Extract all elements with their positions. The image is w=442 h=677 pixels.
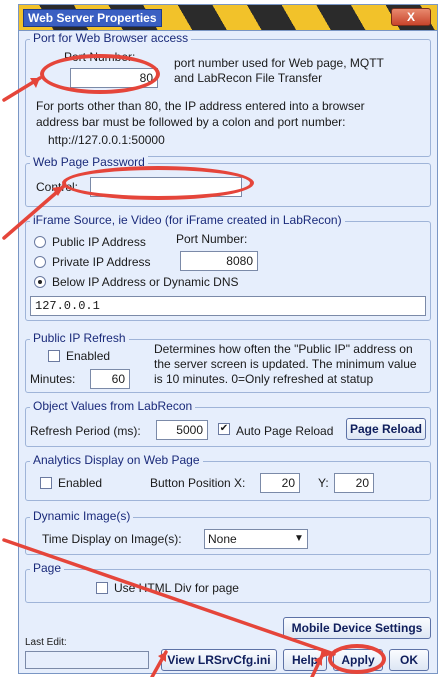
refresh-period-label: Refresh Period (ms): (30, 424, 141, 438)
dynamic-images-group: Dynamic Image(s) Time Display on Image(s… (25, 509, 431, 555)
button-position-y-label: Y: (318, 476, 329, 490)
port-legend: Port for Web Browser access (30, 31, 192, 45)
port-description-line1: port number used for Web page, MQTT (174, 56, 384, 70)
title-bar[interactable]: Web Server Properties X (19, 5, 437, 31)
last-edit-field (25, 651, 149, 669)
analytics-legend: Analytics Display on Web Page (30, 453, 203, 467)
iframe-legend: iFrame Source, ie Video (for iFrame crea… (30, 213, 345, 227)
public-ip-refresh-group: Public IP Refresh Enabled Minutes: 60 De… (25, 331, 431, 393)
chevron-down-icon[interactable]: ▼ (291, 530, 307, 548)
iframe-port-input[interactable]: 8080 (180, 251, 258, 271)
port-note-example-url: http://127.0.0.1:50000 (48, 133, 165, 147)
auto-page-reload-checkbox[interactable]: ✔ (218, 423, 230, 435)
private-ip-label[interactable]: Private IP Address (52, 255, 151, 269)
below-ip-radio[interactable] (34, 276, 46, 288)
page-legend: Page (30, 561, 65, 575)
window-title: Web Server Properties (23, 9, 162, 27)
control-password-input[interactable] (90, 177, 242, 197)
iframe-address-input[interactable]: 127.0.0.1 (30, 296, 426, 316)
password-legend: Web Page Password (30, 155, 148, 169)
close-icon: X (406, 10, 415, 24)
below-ip-label[interactable]: Below IP Address or Dynamic DNS (52, 275, 239, 289)
button-position-y-input[interactable]: 20 (334, 473, 374, 493)
port-description-line2: and LabRecon File Transfer (174, 71, 323, 85)
port-note-line1: For ports other than 80, the IP address … (36, 99, 365, 113)
ok-button[interactable]: OK (389, 649, 429, 671)
minutes-input[interactable]: 60 (90, 369, 130, 389)
refresh-enabled-checkbox[interactable] (48, 350, 60, 362)
refresh-description-line1: Determines how often the "Public IP" add… (154, 342, 413, 356)
control-password-label: Control: (36, 180, 79, 194)
page-reload-button[interactable]: Page Reload (346, 418, 426, 440)
port-number-label: Port Number: (64, 50, 136, 64)
check-icon: ✔ (219, 423, 229, 434)
analytics-enabled-checkbox[interactable] (40, 477, 52, 489)
iframe-port-label: Port Number: (176, 232, 248, 246)
port-group: Port for Web Browser access Port Number:… (25, 31, 431, 157)
apply-button[interactable]: Apply (333, 649, 383, 671)
refresh-description-line2: the server screen is updated. The minimu… (154, 357, 417, 371)
auto-page-reload-label[interactable]: Auto Page Reload (236, 424, 333, 438)
html-div-label[interactable]: Use HTML Div for page (114, 581, 239, 595)
object-values-group: Object Values from LabRecon Refresh Peri… (25, 399, 431, 447)
refresh-period-input[interactable]: 5000 (156, 420, 208, 440)
refresh-description-line3: is 10 minutes. 0=Only refreshed at statu… (154, 372, 374, 386)
analytics-enabled-label[interactable]: Enabled (58, 476, 102, 490)
public-ip-label[interactable]: Public IP Address (52, 235, 146, 249)
time-display-select[interactable]: None ▼ (204, 529, 308, 549)
last-edit-label: Last Edit: (25, 637, 67, 648)
web-server-properties-window: Web Server Properties X Port for Web Bro… (18, 4, 438, 674)
minutes-label: Minutes: (30, 372, 76, 386)
time-display-label: Time Display on Image(s): (42, 532, 182, 546)
button-position-x-input[interactable]: 20 (260, 473, 300, 493)
html-div-checkbox[interactable] (96, 582, 108, 594)
private-ip-radio[interactable] (34, 256, 46, 268)
object-values-legend: Object Values from LabRecon (30, 399, 196, 413)
mobile-device-settings-button[interactable]: Mobile Device Settings (283, 617, 431, 639)
public-ip-radio[interactable] (34, 236, 46, 248)
password-group: Web Page Password Control: (25, 155, 431, 207)
button-position-x-label: Button Position X: (150, 476, 246, 490)
dynamic-legend: Dynamic Image(s) (30, 509, 134, 523)
refresh-legend: Public IP Refresh (30, 331, 129, 345)
refresh-enabled-label[interactable]: Enabled (66, 349, 110, 363)
analytics-group: Analytics Display on Web Page Enabled Bu… (25, 453, 431, 501)
time-display-value: None (208, 532, 237, 546)
close-button[interactable]: X (391, 8, 431, 26)
port-number-input[interactable]: 80 (70, 68, 158, 88)
iframe-source-group: iFrame Source, ie Video (for iFrame crea… (25, 213, 431, 321)
help-button[interactable]: Help (283, 649, 327, 671)
page-group: Page Use HTML Div for page (25, 561, 431, 603)
view-config-button[interactable]: View LRSrvCfg.ini (161, 649, 277, 671)
port-note-line2: address bar must be followed by a colon … (36, 115, 346, 129)
